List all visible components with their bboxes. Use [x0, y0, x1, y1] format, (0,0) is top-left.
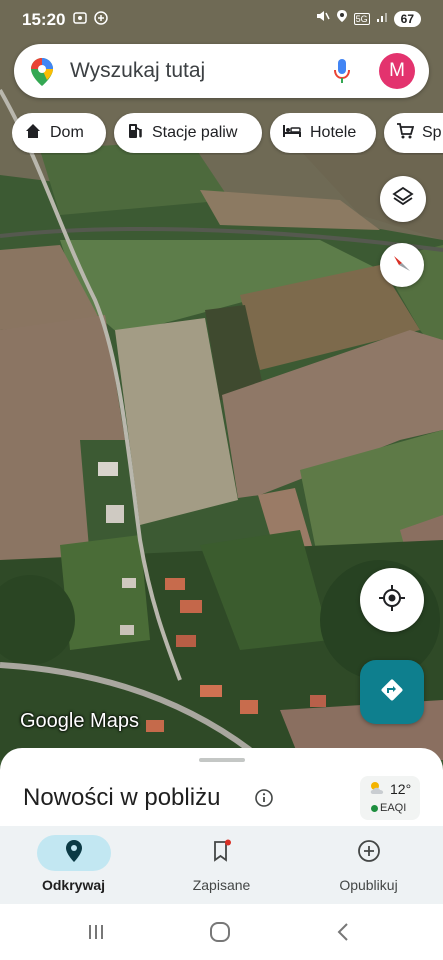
battery-indicator: 67 — [393, 10, 421, 27]
nav-icon-container — [332, 835, 406, 871]
status-time: 15:20 — [22, 10, 66, 29]
add-circle-icon — [357, 839, 381, 868]
hotel-bed-icon — [282, 123, 302, 144]
nav-label: Zapisane — [192, 877, 251, 893]
chip-home[interactable]: Dom — [12, 113, 106, 153]
status-bar: 15:20 5G 67 — [0, 0, 443, 40]
maps-pin-logo-icon — [30, 57, 54, 92]
home-icon — [24, 122, 42, 145]
chip-label: Sp — [422, 124, 442, 141]
chip-label: Dom — [50, 124, 84, 141]
my-location-icon — [378, 584, 406, 617]
nav-explore[interactable]: Odkrywaj — [0, 826, 147, 904]
layers-icon — [392, 186, 414, 213]
screenshot-icon — [72, 10, 88, 31]
directions-button[interactable] — [360, 660, 424, 724]
nav-saved[interactable]: Zapisane — [148, 826, 295, 904]
nav-icon-container — [185, 835, 259, 871]
bottom-navigation: Odkrywaj Zapisane Opublikuj — [0, 826, 443, 904]
category-chips: Dom Stacje paliw Hotele Sp — [12, 113, 443, 155]
bookmark-icon — [211, 839, 233, 868]
chip-label: Stacje paliw — [152, 124, 238, 141]
mute-icon — [316, 9, 330, 28]
directions-icon — [379, 677, 405, 708]
drag-handle[interactable] — [199, 758, 245, 762]
recent-apps-icon[interactable] — [86, 922, 106, 947]
nav-contribute[interactable]: Opublikuj — [295, 826, 442, 904]
partly-cloudy-icon — [368, 780, 388, 801]
air-quality-dot — [371, 805, 378, 812]
assistant-icon — [93, 10, 109, 31]
map-watermark: Google Maps — [20, 710, 139, 732]
weather-temperature: 12° — [390, 781, 412, 797]
chip-shopping[interactable]: Sp — [384, 113, 443, 153]
chip-hotels[interactable]: Hotele — [270, 113, 376, 153]
nav-label: Opublikuj — [339, 877, 398, 893]
back-icon[interactable] — [335, 922, 351, 947]
microphone-icon[interactable] — [332, 57, 352, 90]
compass-icon — [390, 251, 414, 280]
info-icon[interactable] — [254, 788, 274, 813]
chip-gas-stations[interactable]: Stacje paliw — [114, 113, 262, 153]
search-input[interactable]: Wyszukaj tutaj — [70, 59, 205, 83]
nav-active-indicator — [37, 835, 111, 871]
gas-station-icon — [126, 122, 144, 145]
air-quality-label: EAQI — [380, 802, 407, 814]
home-button-icon[interactable] — [209, 921, 231, 948]
chip-label: Hotele — [310, 124, 357, 141]
search-bar[interactable]: Wyszukaj tutaj M — [14, 44, 429, 98]
location-icon — [336, 9, 348, 28]
location-pin-icon — [65, 839, 83, 868]
sheet-title: Nowości w pobliżu — [23, 784, 221, 811]
system-navigation-bar — [0, 904, 443, 960]
network-icon: 5G — [353, 12, 370, 25]
signal-icon — [376, 10, 388, 28]
avatar[interactable]: M — [379, 53, 415, 89]
my-location-button[interactable] — [360, 568, 424, 632]
compass-button[interactable] — [380, 243, 424, 287]
weather-widget[interactable]: 12° EAQI — [360, 776, 420, 820]
nav-label: Odkrywaj — [41, 877, 106, 893]
shopping-cart-icon — [396, 122, 415, 145]
layers-button[interactable] — [380, 176, 426, 222]
